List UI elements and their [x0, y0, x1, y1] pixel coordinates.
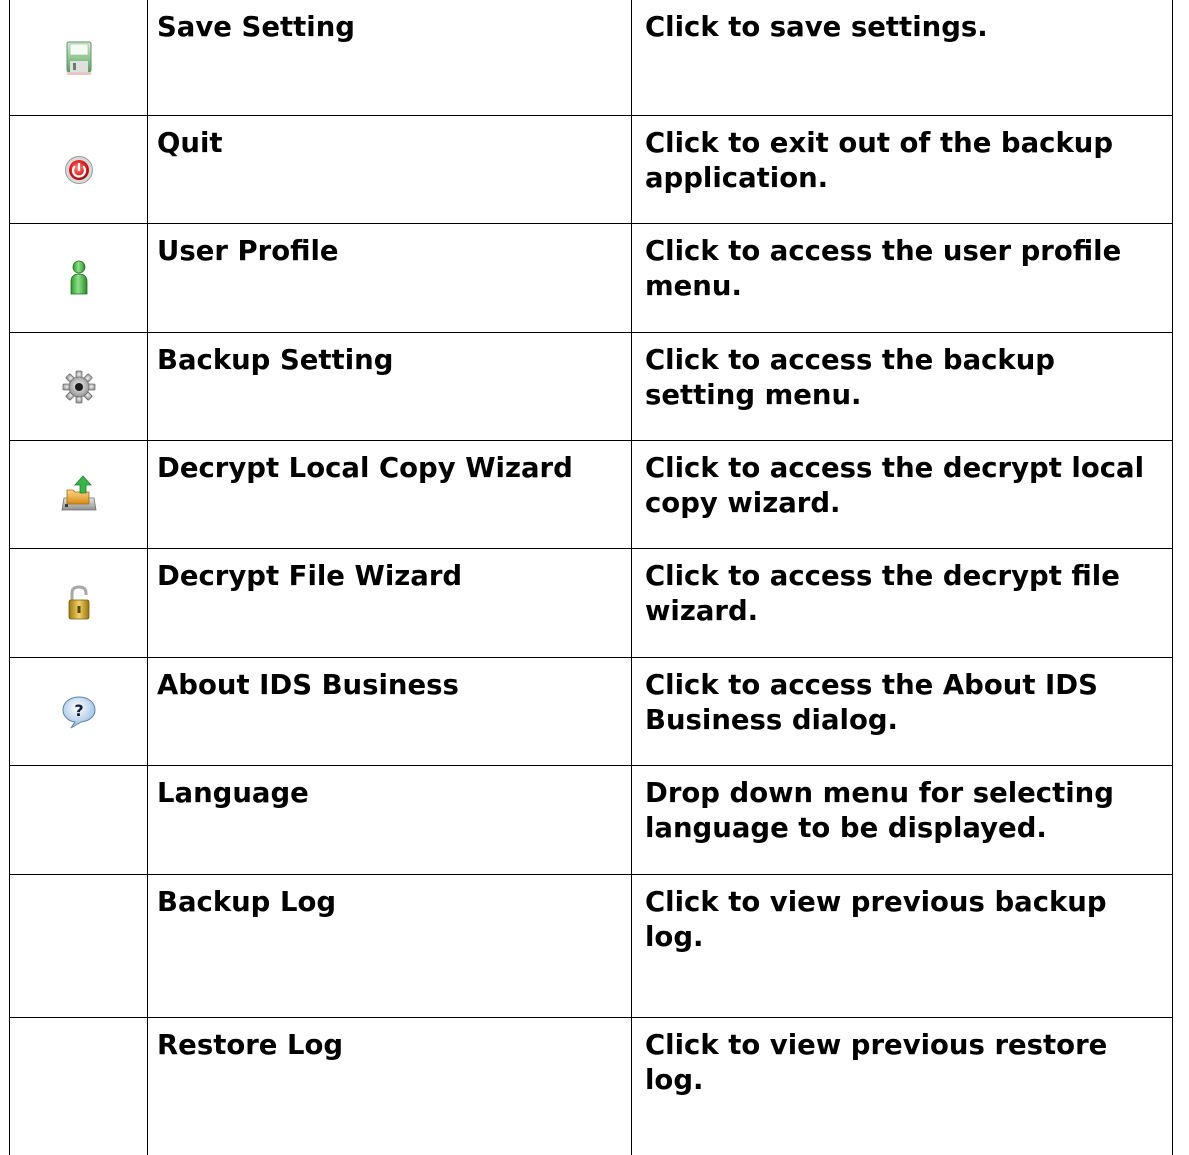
feature-name: Backup Setting [147, 331, 632, 441]
table-row: Restore Log Click to view previous resto… [9, 1016, 1173, 1155]
feature-name: About IDS Business [147, 656, 632, 766]
user-profile-icon [70, 260, 87, 294]
feature-description: Click to access the user profile menu. [631, 222, 1173, 333]
icon-cell [9, 439, 148, 549]
feature-description: Drop down menu for selecting language to… [631, 764, 1173, 875]
icon-cell [9, 547, 148, 658]
icon-cell [9, 873, 148, 1018]
decrypt-local-copy-icon [61, 475, 96, 511]
feature-description: Click to access the decrypt local copy w… [631, 439, 1173, 549]
feature-description: Click to access the backup setting menu. [631, 331, 1173, 441]
feature-description: Click to view previous restore log. [631, 1016, 1173, 1155]
feature-description: Click to access the decrypt file wizard. [631, 547, 1173, 658]
table-row: Save Setting Click to save settings. [9, 0, 1173, 116]
table-row: Decrypt Local Copy Wizard Click to acces… [9, 439, 1173, 549]
feature-name: Decrypt File Wizard [147, 547, 632, 658]
feature-description: Click to save settings. [631, 0, 1173, 116]
svg-text:?: ? [74, 701, 83, 720]
icon-cell [9, 764, 148, 875]
table-row: Quit Click to exit out of the backup app… [9, 114, 1173, 224]
save-disk-icon [66, 41, 91, 75]
table-row: ? About IDS Business Click to access the… [9, 656, 1173, 766]
feature-name: Save Setting [147, 0, 632, 116]
feature-description: Click to view previous backup log. [631, 873, 1173, 1018]
icon-cell [9, 222, 148, 333]
feature-name: Backup Log [147, 873, 632, 1018]
feature-name: Restore Log [147, 1016, 632, 1155]
table-row: Backup Log Click to view previous backup… [9, 873, 1173, 1018]
icon-cell: ? [9, 656, 148, 766]
feature-name: Quit [147, 114, 632, 224]
icon-cell [9, 331, 148, 441]
feature-name: User Profile [147, 222, 632, 333]
icon-cell [9, 114, 148, 224]
padlock-open-icon [68, 584, 89, 619]
table-row: Language Drop down menu for selecting la… [9, 764, 1173, 875]
quit-power-icon [64, 155, 93, 184]
feature-description: Click to exit out of the backup applicat… [631, 114, 1173, 224]
help-question-icon: ? [61, 695, 96, 728]
icon-cell [9, 1016, 148, 1155]
feature-table: Save Setting Click to save settings. Qui… [9, 0, 1173, 1155]
table-row: User Profile Click to access the user pr… [9, 222, 1173, 333]
gear-icon [62, 370, 95, 403]
icon-cell [9, 0, 148, 116]
table-row: Decrypt File Wizard Click to access the … [9, 547, 1173, 658]
feature-name: Decrypt Local Copy Wizard [147, 439, 632, 549]
table-row: Backup Setting Click to access the backu… [9, 331, 1173, 441]
feature-description: Click to access the About IDS Business d… [631, 656, 1173, 766]
feature-name: Language [147, 764, 632, 875]
